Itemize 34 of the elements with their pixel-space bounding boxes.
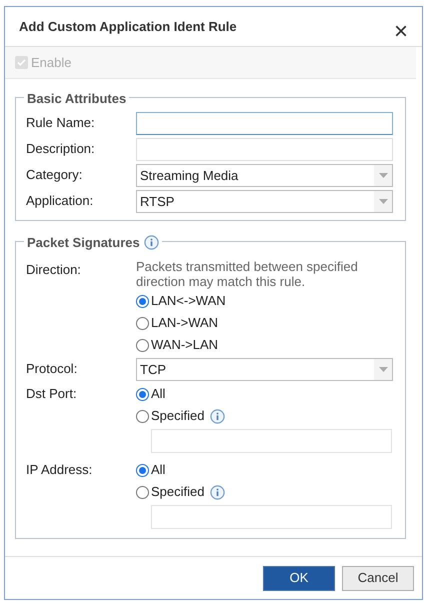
radio-button[interactable]: WAN->LAN xyxy=(136,335,218,355)
select-field[interactable]: RTSP xyxy=(136,190,393,213)
close-button[interactable]: × xyxy=(394,22,408,42)
section-legend: Basic Attributes xyxy=(27,89,126,108)
caret-icon xyxy=(378,199,388,204)
radio-button[interactable]: LAN<->WAN xyxy=(136,291,226,311)
field-label: Application: xyxy=(26,192,94,210)
field-label: Description: xyxy=(26,140,96,158)
caret-icon xyxy=(378,173,388,178)
radio-button[interactable]: All xyxy=(136,384,166,404)
cancel-button[interactable]: Cancel xyxy=(342,566,414,590)
field-label: Category: xyxy=(26,166,84,184)
caret-icon xyxy=(378,367,388,372)
radio-button[interactable]: Specified xyxy=(136,482,204,502)
field-label: Direction: xyxy=(26,261,82,279)
field-label: Dst Port: xyxy=(26,385,78,403)
info-icon[interactable] xyxy=(210,484,226,500)
direction-note: Packets transmitted between specified direction may match this rule. xyxy=(136,259,359,289)
check-icon xyxy=(17,58,26,67)
input-field[interactable] xyxy=(136,138,393,161)
info-icon[interactable] xyxy=(144,235,159,250)
input-field[interactable] xyxy=(136,112,393,135)
info-icon[interactable] xyxy=(210,408,226,424)
radio-button[interactable]: All xyxy=(136,460,166,480)
field-label: Rule Name: xyxy=(26,114,96,132)
select-field[interactable]: Streaming Media xyxy=(136,164,393,187)
radio-button[interactable]: LAN->WAN xyxy=(136,313,218,333)
section-legend: Packet Signatures xyxy=(27,233,140,252)
select-field[interactable]: TCP xyxy=(136,358,393,381)
ok-button[interactable]: OK xyxy=(263,566,335,590)
dialog-title: Add Custom Application Ident Rule xyxy=(19,18,237,36)
field-label: Protocol: xyxy=(26,360,78,378)
radio-button[interactable]: Specified xyxy=(136,406,204,426)
field-label: IP Address: xyxy=(26,461,94,479)
